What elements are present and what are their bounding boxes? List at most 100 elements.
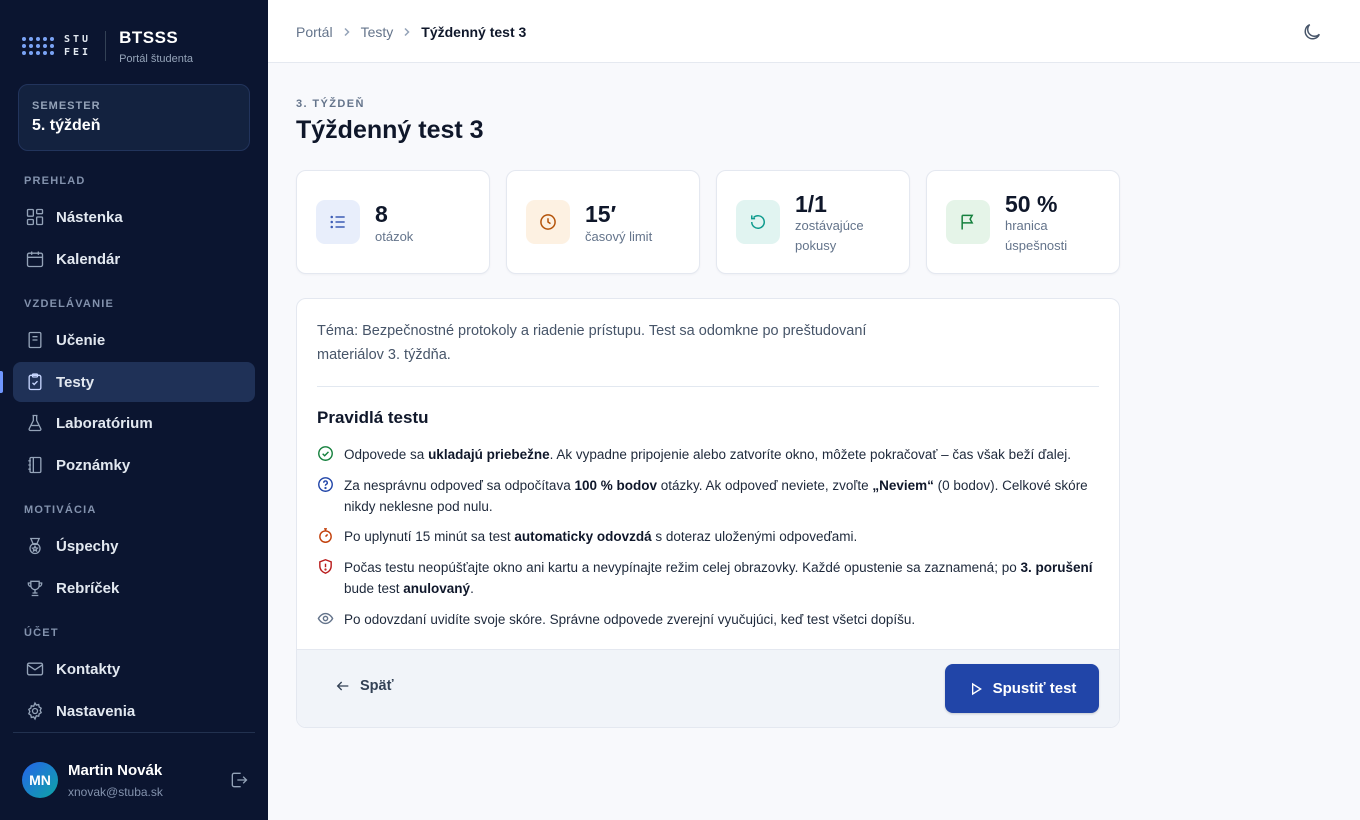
retry-icon [736,200,780,244]
logo-dots-icon [22,37,54,55]
moon-icon[interactable] [1301,21,1323,43]
sidebar-item-dashboard[interactable]: Nástenka [13,197,255,237]
sidebar-item-settings[interactable]: Nastavenia [13,691,255,731]
divider [317,386,1099,387]
rules-title: Pravidlá testu [317,408,429,427]
avatar[interactable]: MN [22,762,58,798]
semester-label: SEMESTER [32,100,101,112]
sidebar-item-label: Učenie [56,331,106,349]
rule-text: Odpovede sa ukladajú priebežne. Ak vypad… [344,447,1072,462]
clipboard-check-icon [28,373,42,391]
rule-text: Po odovzdaní uvidíte svoje skóre. Správn… [344,612,916,627]
sidebar-item-calendar[interactable]: Kalendár [13,239,255,279]
rule-item: Po odovzdaní uvidíte svoje skóre. Správn… [317,609,1097,630]
nav-section-overview: PREHĽAD [24,175,86,187]
flag-icon [946,200,990,244]
sidebar-item-label: Úspechy [56,537,119,555]
rule-item: Po uplynutí 15 minút sa test automaticky… [317,526,1097,547]
eye-icon [317,612,334,625]
stat-value: 8 [375,201,388,227]
rule-item: Za nesprávnu odpoveď sa odpočítava 100 %… [317,475,1097,517]
sidebar-item-contacts[interactable]: Kontakty [13,649,255,689]
rule-text: Po uplynutí 15 minút sa test automaticky… [344,529,858,544]
dashboard-icon [26,208,44,226]
notebook-icon [28,456,42,474]
user-email: xnovak@stuba.sk [68,785,163,799]
sidebar-item-label: Nástenka [56,208,123,226]
stat-label: časový limit [585,229,653,244]
semester-value: 5. týždeň [32,117,101,134]
back-button-label: Späť [360,678,394,694]
sidebar-item-label: Kalendár [56,250,121,268]
chevron-right-icon [402,27,412,37]
breadcrumb-tests[interactable]: Testy [361,24,394,40]
sidebar-item-label: Poznámky [56,456,131,474]
rule-text: Za nesprávnu odpoveď sa odpočítava 100 %… [344,478,1088,514]
play-icon [971,682,982,695]
stat-label: otázok [375,229,414,244]
back-button[interactable]: Späť [335,678,394,694]
sidebar-item-label: Laboratórium [56,414,153,432]
stat-card-questions: 8 otázok [296,170,490,274]
top-bar: Portál Testy Týždenný test 3 [268,0,1360,63]
stat-value: 50 % [1005,191,1058,217]
stopwatch-icon [319,528,332,543]
stat-value: 1/1 [795,191,827,217]
sidebar-item-achievements[interactable]: Úspechy [13,526,255,566]
flask-icon [28,414,42,432]
test-intro: Téma: Bezpečnostné protokoly a riadenie … [317,323,867,363]
page-eyebrow: 3. TÝŽDEŇ [296,98,365,110]
stat-card-attempts: 1/1 zostávajúce pokusy [716,170,910,274]
sidebar: STU FEI BTSSS Portál študenta SEMESTER 5… [0,0,268,820]
list-icon [316,200,360,244]
nav-section-account: ÚČET [24,627,59,639]
stat-card-time-limit: 15′ časový limit [506,170,700,274]
check-circle-icon [318,446,333,461]
book-icon [28,331,42,349]
app-name: BTSSS [119,27,179,47]
brand-logo[interactable]: STU FEI BTSSS Portál študenta [22,26,193,66]
calendar-icon [26,251,44,268]
logo-text: STU FEI [64,34,92,58]
clock-icon [526,200,570,244]
active-indicator [0,371,3,393]
mail-icon [26,662,44,676]
sidebar-item-label: Rebríček [56,579,120,597]
semester-card: SEMESTER 5. týždeň [18,84,250,151]
sidebar-item-learning[interactable]: Učenie [13,320,255,360]
app-subtitle: Portál študenta [119,52,194,65]
rule-item: Počas testu neopúšťajte okno ani kartu a… [317,557,1097,599]
user-name: Martin Novák [68,762,163,779]
card-footer: Späť Spustiť test [297,649,1119,727]
sidebar-item-label: Testy [56,373,95,391]
breadcrumb-portal[interactable]: Portál [296,24,333,40]
trophy-icon [27,580,43,597]
chevron-right-icon [342,27,352,37]
stat-label: zostávajúce pokusy [795,218,864,253]
stat-label: hranica úspešnosti [1005,218,1068,253]
brand-divider [105,31,107,61]
rule-item: Odpovede sa ukladajú priebežne. Ak vypad… [317,444,1097,465]
sidebar-item-lab[interactable]: Laboratórium [13,403,255,443]
arrow-left-icon [336,681,349,691]
medal-icon [29,537,41,555]
stat-card-pass-threshold: 50 % hranica úspešnosti [926,170,1120,274]
sidebar-item-leaderboard[interactable]: Rebríček [13,568,255,608]
test-details-card: Téma: Bezpečnostné protokoly a riadenie … [296,298,1120,728]
start-test-button[interactable]: Spustiť test [945,664,1099,713]
sidebar-item-label: Nastavenia [56,702,136,720]
page-title: Týždenný test 3 [296,116,484,144]
sidebar-item-notes[interactable]: Poznámky [13,445,255,485]
nav-section-education: VZDELÁVANIE [24,298,115,310]
breadcrumb-current: Týždenný test 3 [421,24,527,40]
sidebar-divider [13,732,255,733]
breadcrumb: Portál Testy Týždenný test 3 [296,24,526,40]
stat-value: 15′ [585,201,617,227]
sidebar-item-label: Kontakty [56,660,121,678]
gear-icon [27,701,43,721]
question-circle-icon [318,477,333,492]
logout-icon[interactable] [229,770,249,790]
sidebar-item-tests[interactable]: Testy [13,362,255,402]
shield-alert-icon [319,559,332,574]
rule-text: Počas testu neopúšťajte okno ani kartu a… [344,560,1093,596]
